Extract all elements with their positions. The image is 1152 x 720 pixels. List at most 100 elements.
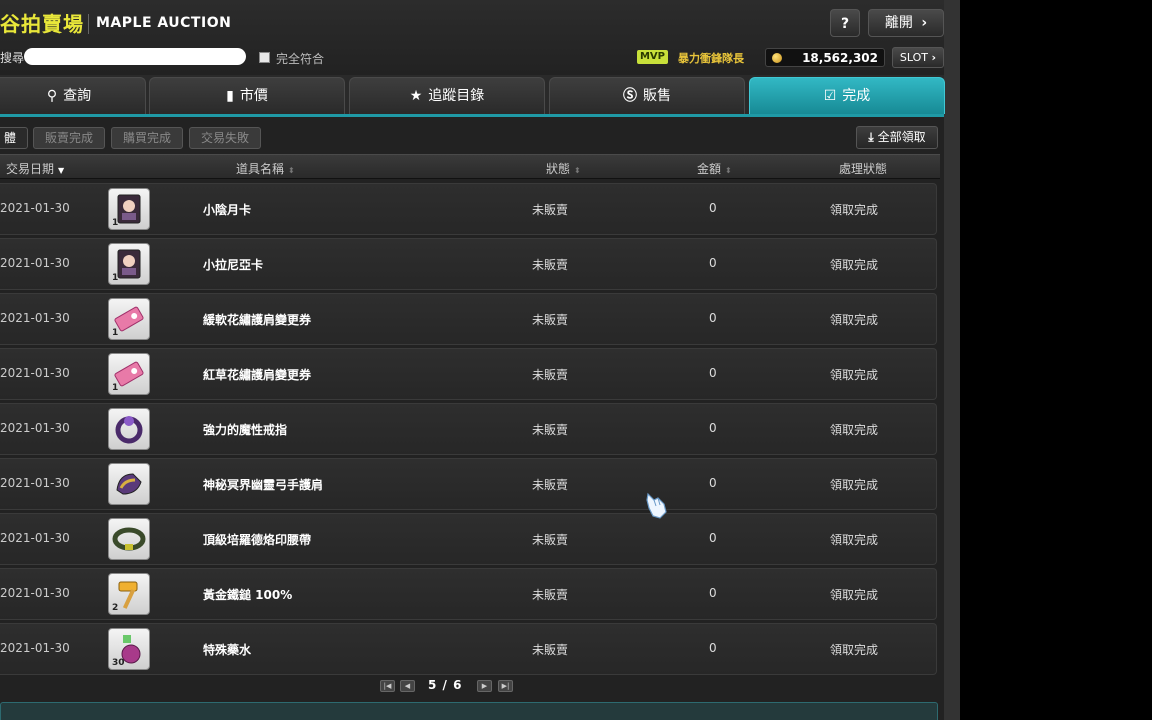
item-name: 小拉尼亞卡 (203, 258, 264, 272)
table-row[interactable]: 2021-01-30 頂級培羅德烙印腰帶 未販賣 0 領取完成 (0, 513, 937, 565)
hand-cursor-icon (646, 492, 667, 519)
filter-bought[interactable]: 購買完成 (111, 127, 183, 149)
col-process-label: 處理狀態 (839, 162, 888, 176)
col-name[interactable]: 道具名稱 ⬍ (236, 160, 295, 177)
trade-date: 2021-01-30 (0, 476, 70, 490)
claim-all-button[interactable]: ⤓ 全部領取 (856, 126, 938, 149)
tab-label: 販售 (643, 88, 671, 104)
filter-failed[interactable]: 交易失敗 (189, 127, 261, 149)
coin-icon (772, 53, 782, 63)
search-input[interactable] (24, 48, 246, 65)
tab-label: 市價 (239, 88, 268, 104)
table-row[interactable]: 2021-01-30 強力的魔性戒指 未販賣 0 領取完成 (0, 403, 937, 455)
tab-search[interactable]: ⚲ 查詢 (0, 77, 146, 114)
card-icon: 1 (108, 243, 150, 285)
help-button[interactable]: ? (830, 9, 860, 37)
tab-completed[interactable]: ☑ 完成 (749, 77, 945, 114)
last-page-icon[interactable]: ▶| (498, 680, 513, 692)
exit-button[interactable]: 離開 › (868, 9, 944, 37)
character-name: 暴力衝鋒隊長 (678, 52, 744, 65)
col-date[interactable]: 交易日期 ▼ (6, 160, 64, 177)
amount: 0 (709, 641, 717, 655)
item-name: 紅草花繡護肩變更券 (203, 368, 312, 382)
exit-label: 離開 (884, 15, 913, 31)
item-quantity: 2 (112, 603, 119, 613)
process-status: 領取完成 (830, 258, 879, 272)
col-name-label: 道具名稱 (236, 162, 285, 176)
page-indicator: 5 / 6 (428, 678, 462, 692)
mesos-value: 18,562,302 (802, 51, 878, 65)
trade-date: 2021-01-30 (0, 366, 70, 380)
sort-icon: ⬍ (288, 166, 295, 175)
table-row[interactable]: 2021-01-30 30 特殊藥水 未販賣 0 領取完成 (0, 623, 937, 675)
auction-window: 谷拍賣場 MAPLE AUCTION ? 離開 › 搜尋 完全符合 MVP 暴力… (0, 0, 960, 720)
ticket-icon: 1 (108, 353, 150, 395)
ticket-icon: 1 (108, 298, 150, 340)
amount: 0 (709, 421, 717, 435)
process-status: 領取完成 (830, 423, 879, 437)
mvp-badge: MVP (637, 50, 668, 64)
trade-date: 2021-01-30 (0, 531, 70, 545)
current-page: 5 (428, 678, 438, 692)
sale-status: 未販賣 (532, 313, 569, 327)
exact-match-label: 完全符合 (276, 52, 325, 66)
table-header: 交易日期 ▼ 道具名稱 ⬍ 狀態 ⬍ 金額 ⬍ 處理狀態 (0, 154, 940, 179)
belt-icon (108, 518, 150, 560)
sale-status: 未販賣 (532, 258, 569, 272)
first-page-icon[interactable]: |◀ (380, 680, 395, 692)
sale-status: 未販賣 (532, 588, 569, 602)
chevron-right-icon: › (921, 15, 928, 31)
exact-match-checkbox[interactable] (259, 52, 270, 63)
table-row[interactable]: 2021-01-30 神秘冥界幽靈弓手護肩 未販賣 0 領取完成 (0, 458, 937, 510)
sale-status: 未販賣 (532, 643, 569, 657)
tab-sell[interactable]: Ⓢ 販售 (549, 77, 745, 114)
trade-date: 2021-01-30 (0, 311, 70, 325)
tab-watchlist[interactable]: ★ 追蹤目錄 (349, 77, 545, 114)
title-divider (88, 14, 89, 34)
completed-panel: 體 販賣完成 購買完成 交易失敗 ⤓ 全部領取 交易日期 ▼ 道具名稱 ⬍ 狀態 ⬍ … (0, 117, 944, 720)
hammer-icon: 2 (108, 573, 150, 615)
main-tabs: ⚲ 查詢 ▮ 市價 ★ 追蹤目錄 Ⓢ 販售 ☑ 完成 (0, 77, 945, 114)
page-separator: / (442, 678, 448, 692)
page-subtitle: MAPLE AUCTION (96, 15, 232, 31)
tab-label: 追蹤目錄 (428, 88, 485, 104)
slot-label: SLOT (899, 51, 929, 64)
table-row[interactable]: 2021-01-30 1 小陰月卡 未販賣 0 領取完成 (0, 183, 937, 235)
trade-date: 2021-01-30 (0, 641, 70, 655)
pagination: |◀ ◀ 5 / 6 ▶ ▶| (0, 678, 944, 698)
item-name: 強力的魔性戒指 (203, 423, 288, 437)
sale-status: 未販賣 (532, 368, 569, 382)
notice-bar (0, 702, 938, 720)
trade-date: 2021-01-30 (0, 421, 70, 435)
slot-button[interactable]: SLOT › (892, 47, 944, 68)
filter-sold[interactable]: 販賣完成 (33, 127, 105, 149)
table-row[interactable]: 2021-01-30 2 黃金鐵鎚 100% 未販賣 0 領取完成 (0, 568, 937, 620)
tab-market-price[interactable]: ▮ 市價 (149, 77, 345, 114)
process-status: 領取完成 (830, 533, 879, 547)
trade-date: 2021-01-30 (0, 201, 70, 215)
table-row[interactable]: 2021-01-30 1 紅草花繡護肩變更券 未販賣 0 領取完成 (0, 348, 937, 400)
sale-status: 未販賣 (532, 478, 569, 492)
process-status: 領取完成 (830, 203, 879, 217)
shoulder-icon (108, 463, 150, 505)
table-row[interactable]: 2021-01-30 1 緩軟花繡護肩變更券 未販賣 0 領取完成 (0, 293, 937, 345)
process-status: 領取完成 (830, 368, 879, 382)
col-process: 處理狀態 (839, 160, 887, 177)
item-quantity: 1 (112, 273, 119, 283)
trade-date: 2021-01-30 (0, 586, 70, 600)
next-page-icon[interactable]: ▶ (477, 680, 492, 692)
ring-icon (108, 408, 150, 450)
prev-page-icon[interactable]: ◀ (400, 680, 415, 692)
item-quantity: 1 (112, 218, 119, 228)
amount: 0 (709, 531, 717, 545)
sort-icon: ⬍ (725, 166, 732, 175)
process-status: 領取完成 (830, 478, 879, 492)
potion-icon: 30 (108, 628, 150, 670)
col-status[interactable]: 狀態 ⬍ (546, 160, 581, 177)
item-name: 頂級培羅德烙印腰帶 (203, 533, 312, 547)
table-row[interactable]: 2021-01-30 1 小拉尼亞卡 未販賣 0 領取完成 (0, 238, 937, 290)
process-status: 領取完成 (830, 313, 879, 327)
claim-all-label: 全部領取 (877, 130, 926, 144)
col-amount[interactable]: 金額 ⬍ (697, 160, 732, 177)
filter-all[interactable]: 體 (0, 127, 28, 149)
